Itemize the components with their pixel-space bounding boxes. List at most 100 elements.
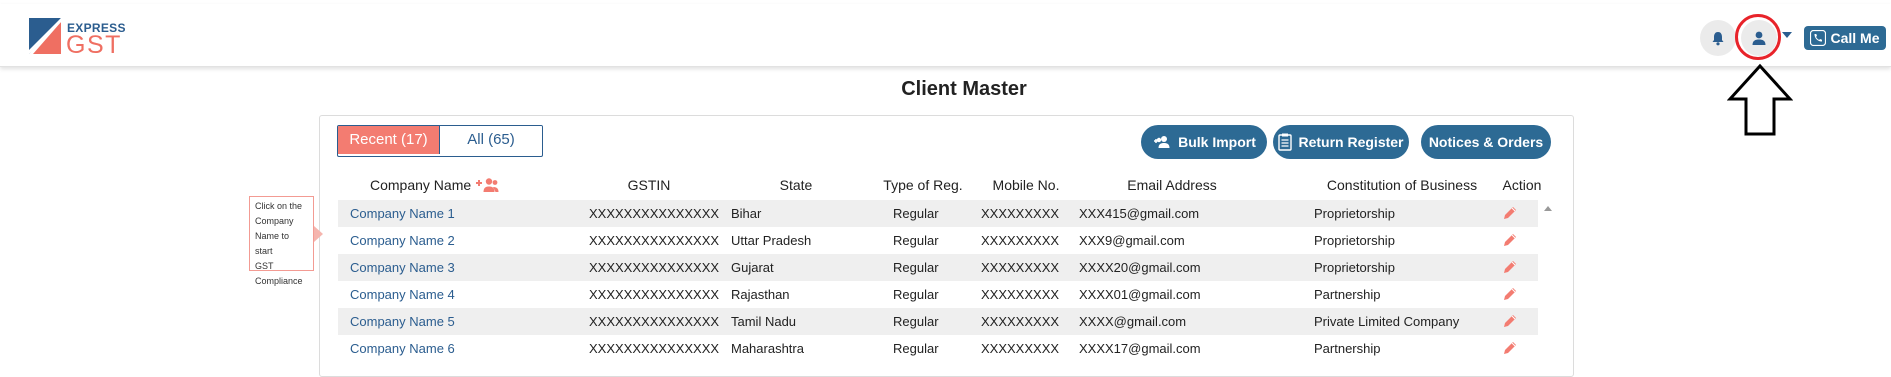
constitution-cell: Proprietorship xyxy=(1314,206,1395,221)
state-cell: Rajasthan xyxy=(731,287,790,302)
logo-text-gst: GST xyxy=(66,31,122,59)
scroll-up-arrow-icon[interactable] xyxy=(1544,206,1552,211)
notifications-button[interactable] xyxy=(1700,20,1736,56)
call-me-button[interactable]: Call Me xyxy=(1804,26,1886,50)
registration-type-cell: Regular xyxy=(893,287,939,302)
pencil-icon xyxy=(1504,261,1516,273)
table-row: Company Name 1 XXXXXXXXXXXXXXX Bihar Reg… xyxy=(338,200,1538,227)
table-row: Company Name 4 XXXXXXXXXXXXXXX Rajasthan… xyxy=(338,281,1538,308)
state-cell: Bihar xyxy=(731,206,762,221)
gstin-cell: XXXXXXXXXXXXXXX xyxy=(589,314,720,329)
column-header-action: Action xyxy=(1502,177,1542,193)
page-title: Client Master xyxy=(901,78,1027,100)
edit-button[interactable] xyxy=(1502,286,1518,304)
tooltip-line: Name to start xyxy=(255,231,290,256)
edit-button[interactable] xyxy=(1502,313,1518,331)
pencil-icon xyxy=(1504,288,1516,300)
call-me-label: Call Me xyxy=(1830,30,1880,46)
bulk-import-label: Bulk Import xyxy=(1178,134,1256,150)
pencil-icon xyxy=(1504,234,1516,246)
mobile-cell: XXXXXXXXX xyxy=(981,206,1060,221)
bulk-import-button[interactable]: Bulk Import xyxy=(1141,125,1267,159)
tab-recent[interactable]: Recent (17) xyxy=(338,126,439,154)
mobile-cell: XXXXXXXXX xyxy=(981,233,1060,248)
state-cell: Uttar Pradesh xyxy=(731,233,812,248)
chevron-down-icon[interactable] xyxy=(1782,32,1792,38)
pencil-icon xyxy=(1504,342,1516,354)
notices-orders-button[interactable]: Notices & Orders xyxy=(1421,125,1551,159)
column-header-company-name[interactable]: Company Name xyxy=(370,177,499,193)
constitution-cell: Partnership xyxy=(1314,287,1381,302)
bell-icon xyxy=(1712,31,1724,45)
edit-button[interactable] xyxy=(1502,340,1518,358)
company-name-link[interactable]: Company Name 6 xyxy=(350,335,455,362)
gstin-cell: XXXXXXXXXXXXXXX xyxy=(589,233,720,248)
add-users-icon xyxy=(1154,136,1170,148)
column-header-mobile: Mobile No. xyxy=(992,177,1060,193)
client-table-body: Company Name 1 XXXXXXXXXXXXXXX Bihar Reg… xyxy=(338,200,1538,362)
email-cell: XXXX17@gmail.com xyxy=(1079,341,1201,356)
column-header-gstin: GSTIN xyxy=(627,177,671,193)
registration-type-cell: Regular xyxy=(893,233,939,248)
constitution-cell: Partnership xyxy=(1314,341,1381,356)
return-register-label: Return Register xyxy=(1298,134,1404,150)
logo-mark-icon xyxy=(29,18,61,54)
column-header-email: Email Address xyxy=(1127,177,1217,193)
tooltip-line: Compliance xyxy=(255,276,303,286)
company-name-header-label: Company Name xyxy=(370,177,472,193)
column-header-constitution: Constitution of Business xyxy=(1326,177,1478,193)
registration-type-cell: Regular xyxy=(893,314,939,329)
company-name-link[interactable]: Company Name 3 xyxy=(350,254,455,281)
tooltip-line: GST xyxy=(255,261,274,271)
table-row: Company Name 3 XXXXXXXXXXXXXXX Gujarat R… xyxy=(338,254,1538,281)
mobile-cell: XXXXXXXXX xyxy=(981,341,1060,356)
mobile-cell: XXXXXXXXX xyxy=(981,314,1060,329)
user-profile-button[interactable] xyxy=(1741,20,1777,56)
email-cell: XXX415@gmail.com xyxy=(1079,206,1200,221)
constitution-cell: Private Limited Company xyxy=(1314,314,1460,329)
column-header-type: Type of Reg. xyxy=(883,177,963,193)
company-name-link[interactable]: Company Name 4 xyxy=(350,281,455,308)
gstin-cell: XXXXXXXXXXXXXXX xyxy=(589,206,720,221)
constitution-cell: Proprietorship xyxy=(1314,260,1395,275)
email-cell: XXXX01@gmail.com xyxy=(1079,287,1201,302)
mobile-cell: XXXXXXXXX xyxy=(981,260,1060,275)
company-name-link[interactable]: Company Name 5 xyxy=(350,308,455,335)
edit-button[interactable] xyxy=(1502,259,1518,277)
table-row: Company Name 2 XXXXXXXXXXXXXXX Uttar Pra… xyxy=(338,227,1538,254)
edit-button[interactable] xyxy=(1502,205,1518,223)
client-filter-tabs: Recent (17) All (65) xyxy=(337,125,543,157)
registration-type-cell: Regular xyxy=(893,341,939,356)
table-row: Company Name 5 XXXXXXXXXXXXXXX Tamil Nad… xyxy=(338,308,1538,335)
notices-orders-label: Notices & Orders xyxy=(1428,134,1544,150)
tooltip-line: Click on the xyxy=(255,201,303,211)
company-name-link[interactable]: Company Name 1 xyxy=(350,200,455,227)
top-navbar: EXPRESS GST Call Me xyxy=(0,4,1891,67)
column-header-state: State xyxy=(779,177,813,193)
constitution-cell: Proprietorship xyxy=(1314,233,1395,248)
state-cell: Maharashtra xyxy=(731,341,804,356)
registration-type-cell: Regular xyxy=(893,206,939,221)
express-gst-logo[interactable]: EXPRESS GST xyxy=(29,18,139,60)
state-cell: Gujarat xyxy=(731,260,774,275)
phone-icon xyxy=(1810,30,1827,46)
table-row: Company Name 6 XXXXXXXXXXXXXXX Maharasht… xyxy=(338,335,1538,362)
add-company-icon[interactable] xyxy=(475,177,499,193)
company-name-link[interactable]: Company Name 2 xyxy=(350,227,455,254)
document-icon xyxy=(1278,133,1293,151)
edit-button[interactable] xyxy=(1502,232,1518,250)
mobile-cell: XXXXXXXXX xyxy=(981,287,1060,302)
pencil-icon xyxy=(1504,207,1516,219)
tab-all[interactable]: All (65) xyxy=(439,126,542,154)
gstin-cell: XXXXXXXXXXXXXXX xyxy=(589,341,720,356)
email-cell: XXXX@gmail.com xyxy=(1079,314,1187,329)
registration-type-cell: Regular xyxy=(893,260,939,275)
pencil-icon xyxy=(1504,315,1516,327)
gstin-cell: XXXXXXXXXXXXXXX xyxy=(589,287,720,302)
gstin-cell: XXXXXXXXXXXXXXX xyxy=(589,260,720,275)
return-register-button[interactable]: Return Register xyxy=(1273,125,1409,159)
user-icon xyxy=(1752,31,1766,45)
email-cell: XXX9@gmail.com xyxy=(1079,233,1185,248)
tooltip-line: Company xyxy=(255,216,294,226)
tooltip-pointer xyxy=(314,226,323,242)
